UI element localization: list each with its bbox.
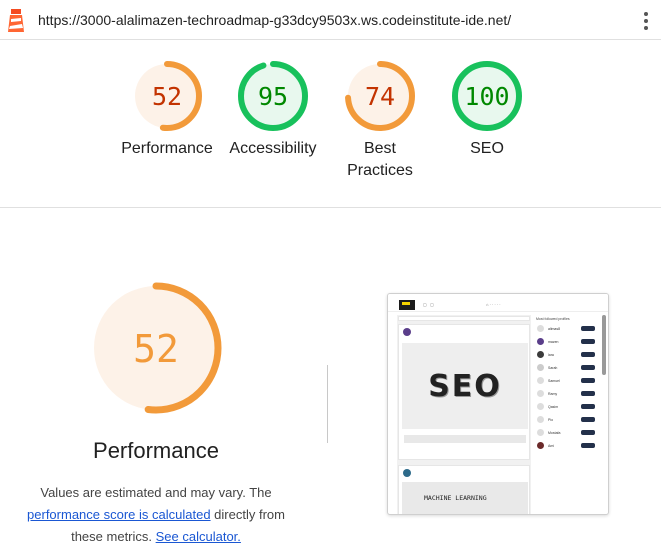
profile-name: lara (548, 353, 554, 357)
thumb-profile-row: Qasim (535, 402, 599, 412)
see-calculator-link[interactable]: See calculator. (156, 529, 241, 544)
thumb-sidebar: Most followed profiles alimas8 mazen lara S… (533, 315, 601, 455)
avatar (537, 416, 544, 423)
follow-button (581, 443, 595, 448)
svg-text:52: 52 (133, 327, 179, 371)
desc-text: Values are estimated and may vary. The (40, 485, 272, 500)
thumb-profile-row: mazen (535, 337, 599, 347)
profile-name: Ramy (548, 392, 558, 396)
follow-button (581, 378, 595, 383)
svg-text:100: 100 (464, 82, 509, 111)
thumb-post-2: MACHINE LEARNING (398, 465, 530, 514)
svg-text:52: 52 (152, 82, 182, 111)
thumb-profile-row: Mostafa (535, 428, 599, 438)
thumb-profile-row: Sarah (535, 363, 599, 373)
page-url[interactable]: https://3000-alalimazen-techroadmap-g33d… (38, 12, 511, 28)
avatar (537, 429, 544, 436)
thumb-profile-row: lara (535, 350, 599, 360)
profile-name: Qasim (548, 405, 559, 409)
thumb-scrollbar (602, 315, 606, 375)
thumb-seo-word: SEO (428, 368, 502, 404)
gauge-label: Best Practices (347, 140, 413, 179)
profile-name: mazen (548, 340, 559, 344)
thumb-profile-row: Ramy (535, 389, 599, 399)
avatar (537, 403, 544, 410)
thumb-caption: MACHINE LEARNING (424, 494, 487, 502)
follow-button (581, 339, 595, 344)
performance-gauge-ring: 52 (132, 61, 202, 131)
best-practices-gauge-ring: 74 (345, 61, 415, 131)
profile-name: Ami (548, 444, 555, 448)
avatar (537, 390, 544, 397)
final-screenshot-thumbnail[interactable]: ▢ ▢ ⌂ · · · · · SEO MACHINE LEARNING Mos… (387, 293, 609, 515)
more-options-icon[interactable] (641, 10, 651, 32)
profile-name: Samuel (548, 379, 560, 383)
gauge-label: SEO (470, 140, 504, 157)
avatar (537, 351, 544, 358)
avatar (537, 338, 544, 345)
seo-gauge-ring: 100 (452, 61, 522, 131)
gauge-accessibility[interactable]: 95 Accessibility (213, 60, 333, 160)
performance-large-gauge: 52 (90, 282, 222, 414)
avatar (537, 377, 544, 384)
thumb-profile-row: alimas8 (535, 324, 599, 334)
thumb-profile-row: Pio (535, 415, 599, 425)
follow-button (581, 352, 595, 357)
avatar (537, 325, 544, 332)
profile-name: Pio (548, 418, 554, 422)
score-summary: 52 Performance 95 Accessibility 74 Best … (0, 40, 661, 208)
performance-score-link[interactable]: performance score is calculated (27, 507, 211, 522)
thumb-profile-row: Ami (535, 441, 599, 451)
svg-text:95: 95 (258, 82, 288, 111)
gauge-seo[interactable]: 100 SEO (427, 60, 547, 160)
avatar (537, 364, 544, 371)
thumb-feed: SEO MACHINE LEARNING (397, 315, 531, 514)
gauge-performance[interactable]: 52 Performance (107, 60, 227, 160)
thumb-profile-row: Samuel (535, 376, 599, 386)
gauge-label: Performance (121, 140, 213, 157)
follow-button (581, 417, 595, 422)
follow-button (581, 404, 595, 409)
performance-description: Values are estimated and may vary. The p… (14, 482, 298, 548)
performance-heading: Performance (93, 438, 219, 463)
follow-button (581, 326, 595, 331)
follow-button (581, 391, 595, 396)
divider (327, 365, 328, 443)
avatar (537, 442, 544, 449)
profile-name: alimas8 (548, 327, 561, 331)
svg-text:74: 74 (365, 82, 395, 111)
profile-name: Sarah (548, 366, 558, 370)
thumb-navbar: ▢ ▢ ⌂ · · · · · (388, 294, 608, 312)
url-bar: https://3000-alalimazen-techroadmap-g33d… (0, 0, 661, 40)
gauge-label: Accessibility (229, 140, 317, 157)
thumb-logo (399, 300, 415, 310)
follow-button (581, 365, 595, 370)
gauge-best-practices[interactable]: 74 Best Practices (320, 60, 440, 182)
thumb-post: SEO (398, 324, 530, 460)
accessibility-gauge-ring: 95 (238, 61, 308, 131)
lighthouse-icon (8, 9, 24, 32)
follow-button (581, 430, 595, 435)
profile-name: Mostafa (548, 431, 561, 435)
